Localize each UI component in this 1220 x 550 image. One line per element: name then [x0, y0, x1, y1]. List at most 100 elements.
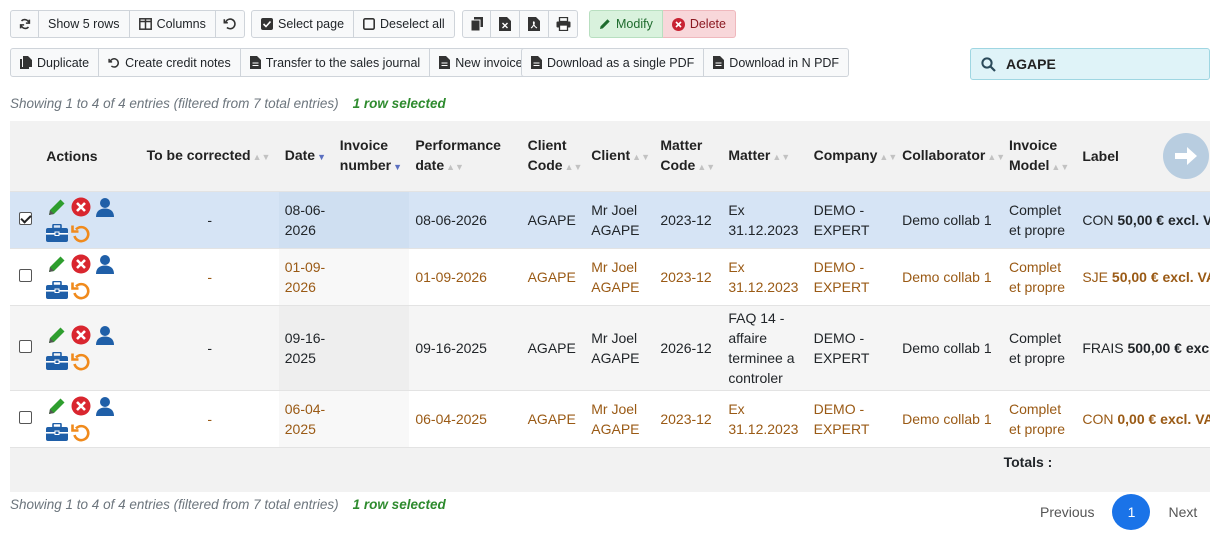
new-invoice-button[interactable]: New invoice [430, 48, 533, 77]
edit-row-button[interactable] [46, 196, 68, 218]
excel-button[interactable] [491, 10, 520, 38]
row-checkbox[interactable] [18, 339, 32, 353]
table-row[interactable]: -09-16-2025 09-16-2025 AGAPE Mr Joel AGAPE 2… [10, 304, 1210, 390]
matter-button[interactable] [46, 350, 69, 372]
totals-label: Totals : [10, 446, 1077, 492]
cell-invoice-number [333, 190, 410, 248]
pencil-icon [49, 256, 65, 272]
table-row[interactable]: -08-06-2026 08-06-2026 AGAPE Mr Joel AGAPE 2… [10, 190, 1210, 248]
reset-button[interactable] [215, 10, 245, 38]
header-client[interactable]: Client ▲▼ [585, 121, 655, 191]
pencil-icon [49, 398, 65, 414]
toolbar-group-edit: Modify Delete [589, 10, 736, 38]
user-icon [96, 254, 115, 274]
delete-row-button[interactable] [70, 395, 92, 417]
label-code: CON [1082, 211, 1114, 228]
delete-circle-icon [71, 254, 91, 273]
current-page-button[interactable]: 1 [1112, 494, 1151, 530]
row-checkbox-cell [10, 247, 41, 305]
cell-matter-code: 2026-12 [654, 304, 723, 390]
header-matter-code[interactable]: Matter Code ▲▼ [654, 121, 723, 191]
columns-button[interactable]: Columns [129, 10, 216, 38]
scroll-right-button[interactable] [1163, 133, 1209, 179]
edit-row-button[interactable] [46, 324, 68, 346]
delete-row-button[interactable] [70, 253, 92, 275]
checked-square-icon [261, 18, 273, 30]
row-actions [40, 247, 141, 305]
sort-icon: ▲▼ [564, 161, 583, 172]
header-matter[interactable]: Matter ▲▼ [722, 121, 808, 191]
show-rows-button[interactable]: Show 5 rows [39, 10, 130, 38]
selected-count: 1 row selected [352, 497, 446, 512]
edit-row-button[interactable] [46, 395, 68, 417]
sort-icon: ▲▼ [632, 151, 650, 162]
pdf-file-icon [528, 17, 540, 31]
edit-row-button[interactable] [46, 253, 68, 275]
undo-icon [71, 225, 90, 242]
credit-note-button[interactable] [70, 279, 92, 301]
table-row[interactable]: -06-04-2025 06-04-2025 AGAPE Mr Joel AGAPE 2… [10, 389, 1210, 447]
header-collaborator[interactable]: Collaborator ▲▼ [896, 121, 1005, 191]
client-button[interactable] [94, 395, 116, 417]
modify-button[interactable]: Modify [589, 10, 663, 38]
cell-invoice-number [333, 389, 410, 447]
client-button[interactable] [94, 253, 116, 275]
select-page-button[interactable]: Select page [251, 10, 355, 38]
cell-client: Mr Joel AGAPE [585, 304, 655, 390]
cell-company: DEMO - EXPERT [807, 247, 897, 305]
copy-button[interactable] [462, 10, 491, 38]
user-icon [96, 396, 115, 416]
delete-row-button[interactable] [70, 324, 92, 346]
header-performance-date[interactable]: Performance date ▲▼ [409, 121, 522, 191]
credit-note-button[interactable] [70, 222, 92, 244]
cell-performance-date: 06-04-2025 [409, 389, 522, 447]
header-to-be-corrected[interactable]: To be corrected ▲▼ [140, 121, 279, 191]
header-date[interactable]: Date ▼ [278, 121, 334, 191]
cell-matter-code: 2023-12 [654, 190, 723, 248]
delete-button[interactable]: Delete [662, 10, 736, 38]
next-page-button[interactable]: Next [1150, 504, 1215, 520]
print-button[interactable] [549, 10, 578, 38]
credit-note-button[interactable] [70, 350, 92, 372]
cell-invoice-number [333, 247, 410, 305]
download-single-pdf-button[interactable]: Download as a single PDF [521, 48, 705, 77]
search-input[interactable] [1004, 55, 1194, 73]
pencil-icon [600, 19, 610, 29]
table-row[interactable]: -01-09-2026 01-09-2026 AGAPE Mr Joel AGAPE 2… [10, 247, 1210, 305]
refresh-button[interactable] [10, 10, 39, 38]
cell-label: CON 50,00 € excl. VAT Conseil [1076, 190, 1210, 248]
matter-button[interactable] [46, 279, 69, 301]
row-checkbox[interactable] [18, 410, 32, 424]
header-invoice-model[interactable]: Invoice Model ▲▼ [1002, 121, 1077, 191]
invoices-table: Actions To be corrected ▲▼ Date ▼ Invoice … [10, 121, 1210, 492]
cell-matter: FAQ 14 - affaire terminee a controler [722, 304, 808, 390]
cell-collaborator: Demo collab 1 [896, 190, 1003, 248]
client-button[interactable] [94, 324, 116, 346]
cell-invoice-model: Complet et propre [1002, 190, 1077, 248]
cell-company: DEMO - EXPERT [807, 304, 897, 390]
duplicate-button[interactable]: Duplicate [10, 48, 100, 77]
client-button[interactable] [94, 196, 116, 218]
header-company[interactable]: Company ▲▼ [807, 121, 897, 191]
cell-collaborator: Demo collab 1 [896, 389, 1003, 447]
matter-button[interactable] [46, 421, 69, 443]
cell-invoice-model: Complet et propre [1002, 389, 1077, 447]
transfer-button[interactable]: Transfer to the sales journal [240, 48, 431, 77]
row-checkbox[interactable] [18, 268, 32, 282]
row-checkbox-cell [10, 304, 41, 390]
credit-notes-button[interactable]: Create credit notes [99, 48, 241, 77]
header-invoice-number[interactable]: Invoice number ▼ [333, 121, 410, 191]
deselect-all-button[interactable]: Deselect all [354, 10, 455, 38]
row-checkbox[interactable] [18, 211, 32, 225]
previous-page-button[interactable]: Previous [1022, 504, 1112, 520]
download-n-label: Download in N PDF [729, 55, 840, 70]
sort-desc-icon: ▼ [317, 151, 327, 162]
credit-note-button[interactable] [70, 421, 92, 443]
header-client-code[interactable]: Client Code ▲▼ [521, 121, 586, 191]
delete-row-button[interactable] [70, 196, 92, 218]
pdf-button[interactable] [520, 10, 549, 38]
matter-button[interactable] [46, 222, 69, 244]
download-n-pdf-button[interactable]: Download in N PDF [704, 48, 850, 77]
entries-info: Showing 1 to 4 of 4 entries (filtered fr… [10, 497, 339, 512]
pencil-icon [49, 327, 65, 343]
